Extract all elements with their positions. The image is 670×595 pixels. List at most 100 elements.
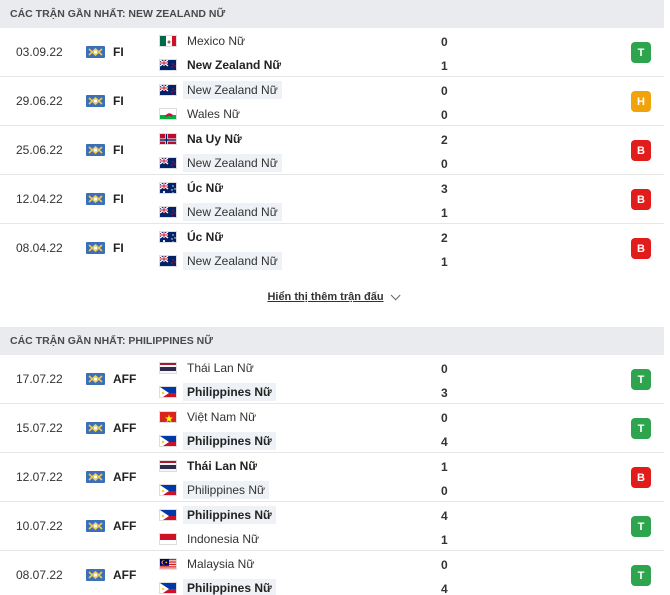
away-team[interactable]: New Zealand Nữ xyxy=(159,202,282,222)
away-score: 1 xyxy=(441,533,448,547)
team-name: Mexico Nữ xyxy=(187,34,246,48)
home-score: 0 xyxy=(441,35,448,49)
match-row[interactable]: 10.07.22 AFF Philippines Nữ Indonesia Nữ 4 1 T xyxy=(0,502,664,551)
away-score: 0 xyxy=(441,157,448,171)
league[interactable]: FI xyxy=(86,192,124,206)
trophy-flag-icon xyxy=(86,193,105,205)
away-team[interactable]: New Zealand Nữ xyxy=(159,55,285,75)
league[interactable]: AFF xyxy=(86,519,136,533)
result-badge: T xyxy=(631,565,651,586)
flag-au-icon xyxy=(159,231,177,243)
league[interactable]: FI xyxy=(86,241,124,255)
match-row[interactable]: 29.06.22 FI New Zealand Nữ Wales Nữ 0 0 H xyxy=(0,77,664,126)
result-badge: T xyxy=(631,369,651,390)
flag-ph-icon xyxy=(159,435,177,447)
league[interactable]: AFF xyxy=(86,568,136,582)
flag-id-icon xyxy=(159,533,177,545)
result-badge: B xyxy=(631,140,651,161)
show-more-row: Hiển thị thêm trận đấu xyxy=(0,273,664,321)
section-title: CÁC TRẬN GẦN NHẤT: NEW ZEALAND NỮ xyxy=(10,8,226,20)
team-name: Úc Nữ xyxy=(187,181,224,195)
trophy-flag-icon xyxy=(86,471,105,483)
home-team[interactable]: Úc Nữ xyxy=(159,178,227,198)
home-team[interactable]: Na Uy Nữ xyxy=(159,129,246,149)
league-name: FI xyxy=(113,241,124,255)
flag-ph-icon xyxy=(159,484,177,496)
away-team[interactable]: Philippines Nữ xyxy=(159,382,276,402)
league-name: AFF xyxy=(113,421,137,435)
home-score: 0 xyxy=(441,411,448,425)
home-score: 3 xyxy=(441,182,448,196)
away-team[interactable]: Philippines Nữ xyxy=(159,578,276,595)
flag-vn-icon xyxy=(159,411,177,423)
chevron-down-icon[interactable] xyxy=(390,289,401,300)
section-title: CÁC TRẬN GẦN NHẤT: PHILIPPINES NỮ xyxy=(10,335,213,347)
home-team[interactable]: Úc Nữ xyxy=(159,227,227,247)
league[interactable]: FI xyxy=(86,94,124,108)
result-badge: B xyxy=(631,189,651,210)
home-team[interactable]: New Zealand Nữ xyxy=(159,80,282,100)
away-score: 0 xyxy=(441,484,448,498)
match-row[interactable]: 25.06.22 FI Na Uy Nữ New Zealand Nữ 2 0 B xyxy=(0,126,664,175)
flag-my-icon xyxy=(159,558,177,570)
away-score: 4 xyxy=(441,435,448,449)
match-row[interactable]: 12.07.22 AFF Thái Lan Nữ Philippines Nữ 1 0 B xyxy=(0,453,664,502)
team-name: Malaysia Nữ xyxy=(187,557,255,571)
home-team[interactable]: Thái Lan Nữ xyxy=(159,456,261,476)
flag-ph-icon xyxy=(159,509,177,521)
match-date: 25.06.22 xyxy=(16,143,63,157)
home-score: 1 xyxy=(441,460,448,474)
league[interactable]: FI xyxy=(86,45,124,59)
flag-nz-icon xyxy=(159,206,177,218)
away-team[interactable]: New Zealand Nữ xyxy=(159,251,282,271)
away-score: 1 xyxy=(441,59,448,73)
away-score: 1 xyxy=(441,206,448,220)
show-more-link[interactable]: Hiển thị thêm trận đấu xyxy=(267,291,383,303)
flag-no-icon xyxy=(159,133,177,145)
team-name: Philippines Nữ xyxy=(183,383,276,401)
flag-ph-icon xyxy=(159,386,177,398)
match-row[interactable]: 15.07.22 AFF Việt Nam Nữ Philippines Nữ 0 4 T xyxy=(0,404,664,453)
match-date: 08.07.22 xyxy=(16,568,63,582)
team-name: Wales Nữ xyxy=(187,107,240,121)
league[interactable]: AFF xyxy=(86,421,136,435)
home-team[interactable]: Thái Lan Nữ xyxy=(159,358,258,378)
match-row[interactable]: 03.09.22 FI Mexico Nữ New Zealand Nữ 0 1 T xyxy=(0,28,664,77)
home-team[interactable]: Malaysia Nữ xyxy=(159,554,258,574)
league-name: FI xyxy=(113,45,124,59)
away-team[interactable]: New Zealand Nữ xyxy=(159,153,282,173)
match-row[interactable]: 17.07.22 AFF Thái Lan Nữ Philippines Nữ 0 3 T xyxy=(0,355,664,404)
home-team[interactable]: Mexico Nữ xyxy=(159,31,249,51)
team-name: New Zealand Nữ xyxy=(187,58,282,72)
home-team[interactable]: Philippines Nữ xyxy=(159,505,276,525)
home-score: 4 xyxy=(441,509,448,523)
result-badge: T xyxy=(631,418,651,439)
match-date: 10.07.22 xyxy=(16,519,63,533)
league[interactable]: FI xyxy=(86,143,124,157)
flag-nz-icon xyxy=(159,84,177,96)
team-name: Philippines Nữ xyxy=(183,579,276,595)
flag-nz-icon xyxy=(159,59,177,71)
match-row[interactable]: 08.07.22 AFF Malaysia Nữ Philippines Nữ 0 4 T xyxy=(0,551,664,595)
result-badge: B xyxy=(631,467,651,488)
league[interactable]: AFF xyxy=(86,470,136,484)
result-badge: B xyxy=(631,238,651,259)
match-row[interactable]: 08.04.22 FI Úc Nữ New Zealand Nữ 2 1 B xyxy=(0,224,664,273)
home-score: 2 xyxy=(441,133,448,147)
result-badge: H xyxy=(631,91,651,112)
section-header: CÁC TRẬN GẦN NHẤT: PHILIPPINES NỮ xyxy=(0,327,664,355)
away-team[interactable]: Philippines Nữ xyxy=(159,431,276,451)
league[interactable]: AFF xyxy=(86,372,136,386)
away-team[interactable]: Philippines Nữ xyxy=(159,480,270,500)
team-name: Thái Lan Nữ xyxy=(187,459,258,473)
team-name: Na Uy Nữ xyxy=(187,132,242,146)
away-team[interactable]: Wales Nữ xyxy=(159,104,244,124)
match-row[interactable]: 12.04.22 FI Úc Nữ New Zealand Nữ 3 1 B xyxy=(0,175,664,224)
home-score: 0 xyxy=(441,84,448,98)
home-team[interactable]: Việt Nam Nữ xyxy=(159,407,260,427)
trophy-flag-icon xyxy=(86,242,105,254)
section-new-zealand: CÁC TRẬN GẦN NHẤT: NEW ZEALAND NỮ 03.09.… xyxy=(0,0,670,321)
away-team[interactable]: Indonesia Nữ xyxy=(159,529,263,549)
match-date: 12.04.22 xyxy=(16,192,63,206)
flag-nz-icon xyxy=(159,255,177,267)
